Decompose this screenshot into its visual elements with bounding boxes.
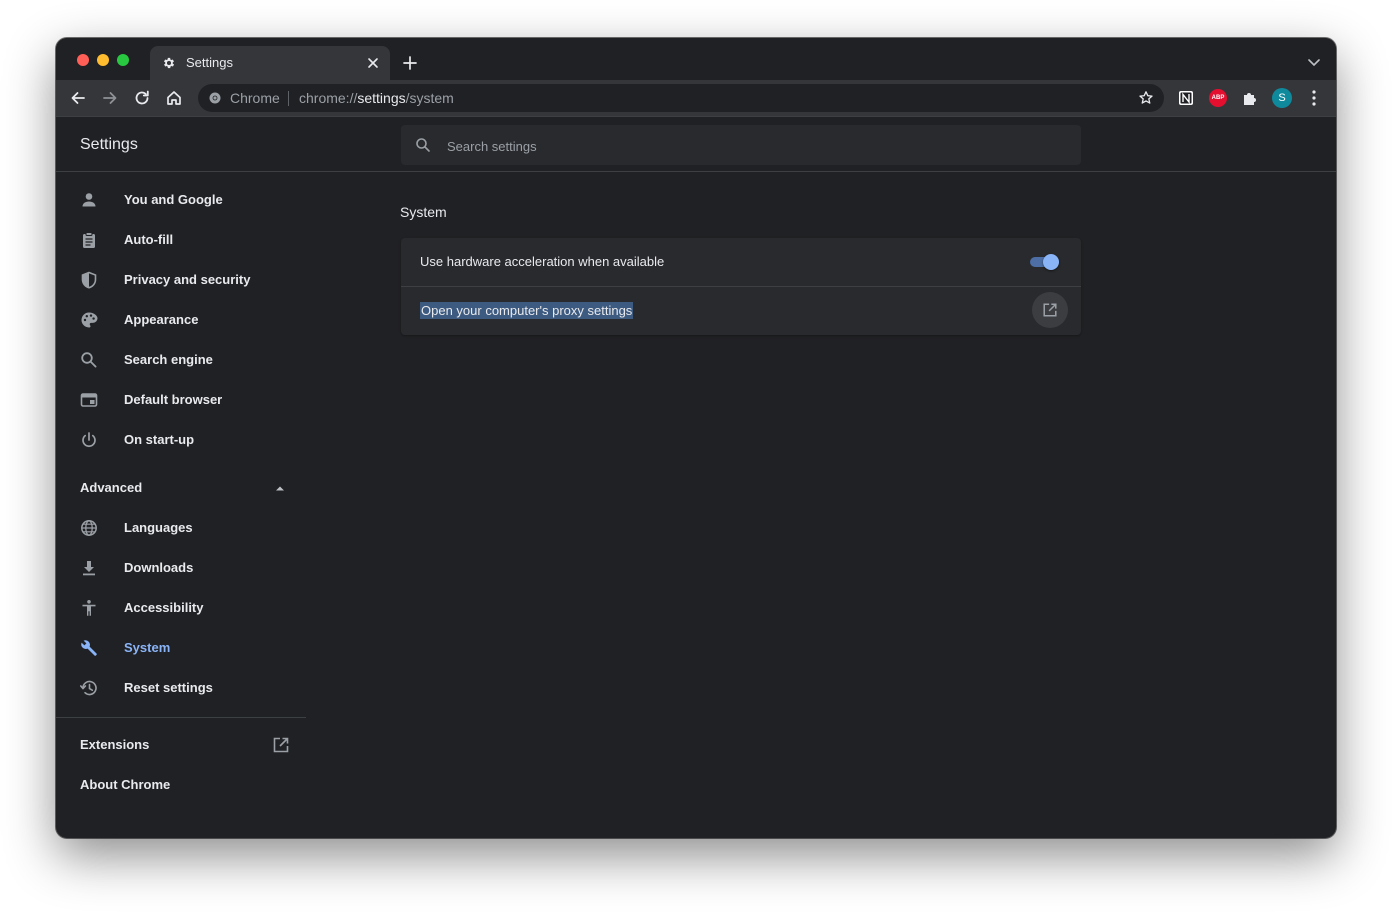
sidebar-item-label: Privacy and security [124, 272, 251, 287]
search-icon [81, 352, 97, 368]
sidebar-item-you-and-google[interactable]: You and Google [56, 180, 306, 220]
advanced-label: Advanced [80, 480, 143, 495]
power-icon [82, 432, 96, 448]
tab-strip: Settings [56, 38, 1336, 80]
browser-icon [80, 393, 98, 407]
hardware-acceleration-label: Use hardware acceleration when available [420, 254, 665, 269]
sidebar-item-label: Languages [124, 520, 193, 535]
sidebar-item-languages[interactable]: Languages [56, 508, 306, 548]
caret-up-icon [276, 486, 284, 491]
avatar[interactable]: S [1272, 88, 1292, 108]
accessibility-icon [82, 600, 96, 616]
open-in-new-icon [273, 737, 289, 753]
sidebar-item-system[interactable]: System [56, 628, 306, 668]
omnibox-divider [288, 91, 289, 106]
close-window-button[interactable] [77, 54, 89, 66]
bookmark-star-icon[interactable] [1138, 90, 1154, 106]
address-bar[interactable]: Chrome chrome://settings/system [198, 84, 1164, 112]
chrome-icon [209, 92, 221, 104]
forward-arrow-icon[interactable] [101, 89, 119, 107]
sidebar-item-label: Accessibility [124, 600, 204, 615]
advanced-toggle[interactable]: Advanced [56, 468, 306, 508]
open-in-new-icon [1043, 303, 1057, 317]
minimize-window-button[interactable] [97, 54, 109, 66]
sidebar-item-label: Default browser [124, 392, 223, 407]
more-menu-icon[interactable] [1308, 89, 1320, 107]
shield-icon [81, 271, 97, 289]
person-icon [82, 193, 96, 207]
sidebar-item-search-engine[interactable]: Search engine [56, 340, 306, 380]
settings-search[interactable] [401, 125, 1081, 167]
abp-label: ABP [1211, 95, 1225, 101]
close-icon[interactable] [366, 56, 380, 70]
site-chip[interactable]: Chrome [230, 90, 280, 106]
settings-header: Settings [56, 116, 1336, 172]
sidebar-item-privacy[interactable]: Privacy and security [56, 260, 306, 300]
wrench-icon [81, 640, 97, 656]
home-icon[interactable] [165, 89, 183, 107]
hardware-acceleration-row: Use hardware acceleration when available [401, 238, 1081, 286]
chevron-down-icon[interactable] [1308, 57, 1320, 67]
search-input[interactable] [445, 125, 1069, 167]
sidebar-item-autofill[interactable]: Auto-fill [56, 220, 306, 260]
url-text[interactable]: chrome://settings/system [299, 90, 454, 106]
history-icon [80, 680, 97, 696]
search-icon [416, 138, 430, 152]
sidebar-item-default-browser[interactable]: Default browser [56, 380, 306, 420]
page-title: Settings [80, 136, 138, 153]
sidebar-item-downloads[interactable]: Downloads [56, 548, 306, 588]
sidebar-item-about-chrome[interactable]: About Chrome [56, 765, 306, 805]
sidebar-divider [56, 717, 306, 718]
sidebar-item-reset-settings[interactable]: Reset settings [56, 668, 306, 708]
clipboard-icon [83, 232, 95, 248]
sidebar-item-label: Search engine [124, 352, 213, 367]
sidebar-item-on-startup[interactable]: On start-up [56, 420, 306, 460]
puzzle-extensions-icon[interactable] [1241, 89, 1259, 107]
sidebar-item-label: Downloads [124, 560, 194, 575]
tab-settings[interactable]: Settings [150, 46, 390, 80]
about-chrome-label: About Chrome [80, 777, 171, 792]
browser-window: Settings Chrome chrome://settings/system… [56, 38, 1336, 838]
system-settings-card: Use hardware acceleration when available… [401, 238, 1081, 335]
sidebar-item-label: Reset settings [124, 680, 213, 695]
gear-icon [163, 57, 175, 69]
back-arrow-icon[interactable] [69, 89, 87, 107]
sidebar-item-label: Auto-fill [124, 232, 174, 247]
proxy-settings-row[interactable]: Open your computer's proxy settings [401, 286, 1081, 335]
browser-toolbar: Chrome chrome://settings/system ABP S [56, 80, 1336, 116]
settings-sidebar: You and Google Auto-fill Privacy and sec… [56, 172, 306, 838]
sidebar-item-extensions[interactable]: Extensions [56, 725, 306, 765]
zoom-window-button[interactable] [117, 54, 129, 66]
extensions-label: Extensions [80, 737, 150, 752]
palette-icon [81, 312, 98, 328]
open-proxy-settings-button[interactable] [1032, 292, 1068, 328]
sidebar-item-label: System [124, 640, 171, 655]
notion-extension-icon[interactable] [1177, 89, 1195, 107]
hardware-acceleration-toggle[interactable] [1029, 254, 1061, 270]
adblock-plus-extension-icon[interactable]: ABP [1209, 89, 1227, 107]
download-icon [83, 561, 95, 576]
toggle-knob [1043, 254, 1059, 270]
url-path: /system [405, 90, 454, 106]
globe-icon [81, 520, 97, 536]
sidebar-item-accessibility[interactable]: Accessibility [56, 588, 306, 628]
sidebar-item-label: Appearance [124, 312, 199, 327]
sidebar-item-label: You and Google [124, 192, 223, 207]
new-tab-button[interactable] [402, 55, 418, 71]
reload-icon[interactable] [133, 89, 151, 107]
url-scheme: chrome:// [299, 90, 358, 106]
sidebar-item-label: On start-up [124, 432, 195, 447]
proxy-settings-label: Open your computer's proxy settings [420, 302, 634, 319]
sidebar-item-appearance[interactable]: Appearance [56, 300, 306, 340]
section-title: System [400, 204, 447, 220]
url-host: settings [357, 90, 406, 106]
tab-title: Settings [186, 55, 233, 70]
